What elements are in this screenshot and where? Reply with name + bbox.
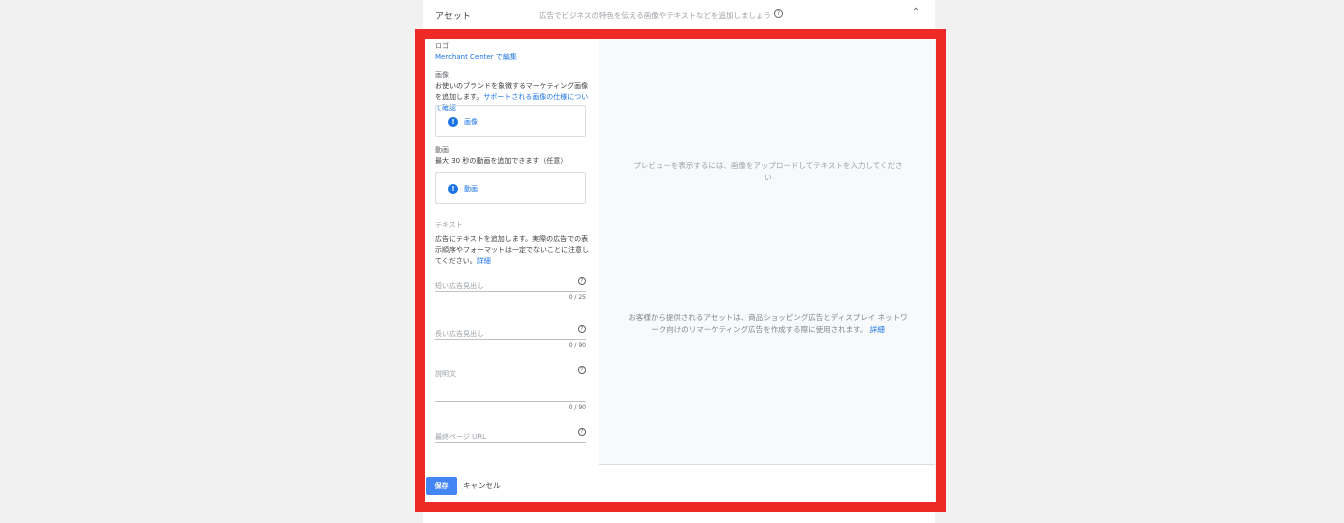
short-headline-counter: 0 / 25 xyxy=(568,294,586,301)
short-headline-placeholder: 短い広告見出し xyxy=(435,282,484,290)
info-circle-icon: ! xyxy=(448,184,458,194)
chevron-up-icon[interactable]: ⌃ xyxy=(909,6,923,20)
video-description: 最大 30 秒の動画を追加できます（任意） xyxy=(435,157,568,165)
text-label: テキスト xyxy=(435,221,463,229)
final-url-input[interactable]: 最終ページ URL ? xyxy=(435,428,586,443)
info-circle-icon: ! xyxy=(448,117,458,127)
preview-info: お客様から提供されるアセットは、商品ショッピング広告とディスプレイ ネットワーク… xyxy=(628,313,908,334)
short-headline-input[interactable]: 短い広告見出し ? xyxy=(435,277,586,292)
help-icon[interactable]: ? xyxy=(578,277,586,285)
ad-preview-panel xyxy=(599,38,935,465)
help-icon[interactable]: ? xyxy=(578,366,586,374)
help-icon[interactable]: ? xyxy=(578,428,586,436)
preview-details-link[interactable]: 詳細 xyxy=(870,325,885,334)
merchant-center-edit-link[interactable]: Merchant Center で編集 xyxy=(435,52,517,62)
description-input[interactable]: 説明文 ? xyxy=(435,366,586,402)
assets-section-header[interactable]: アセット 広告でビジネスの特色を伝える画像やテキストなどを追加しましょう ? ⌃ xyxy=(423,0,935,32)
description-placeholder: 説明文 xyxy=(435,370,456,378)
long-headline-input[interactable]: 長い広告見出し ? xyxy=(435,325,586,340)
long-headline-counter: 0 / 90 xyxy=(568,342,586,349)
help-icon[interactable]: ? xyxy=(774,9,783,18)
video-label: 動画 xyxy=(435,146,449,154)
preview-empty-message: プレビューを表示するには、画像をアップロードしてテキストを入力してください xyxy=(633,161,903,182)
asset-form-panel: ロゴ Merchant Center で編集 画像 お使いのブランドを象徴するマ… xyxy=(425,38,599,465)
description-counter: 0 / 90 xyxy=(568,404,586,411)
form-footer xyxy=(425,466,935,511)
long-headline-placeholder: 長い広告見出し xyxy=(435,330,484,338)
logo-label: ロゴ xyxy=(435,42,449,50)
video-upload-box[interactable]: ! 動画 xyxy=(435,172,586,204)
image-label: 画像 xyxy=(435,71,449,79)
text-details-link[interactable]: 詳細 xyxy=(477,257,491,265)
image-upload-label: 画像 xyxy=(464,118,478,126)
image-upload-box[interactable]: ! 画像 xyxy=(435,105,586,137)
text-description: 広告にテキストを追加します。実際の広告での表示順序やフォーマットは一定でないこと… xyxy=(435,235,589,265)
section-description: 広告でビジネスの特色を伝える画像やテキストなどを追加しましょう xyxy=(539,11,772,20)
cancel-button[interactable]: キャンセル xyxy=(463,477,501,495)
section-title: アセット xyxy=(435,12,471,22)
help-icon[interactable]: ? xyxy=(578,325,586,333)
final-url-placeholder: 最終ページ URL xyxy=(435,433,486,441)
video-upload-label: 動画 xyxy=(464,185,478,193)
save-button[interactable]: 保存 xyxy=(426,477,457,495)
